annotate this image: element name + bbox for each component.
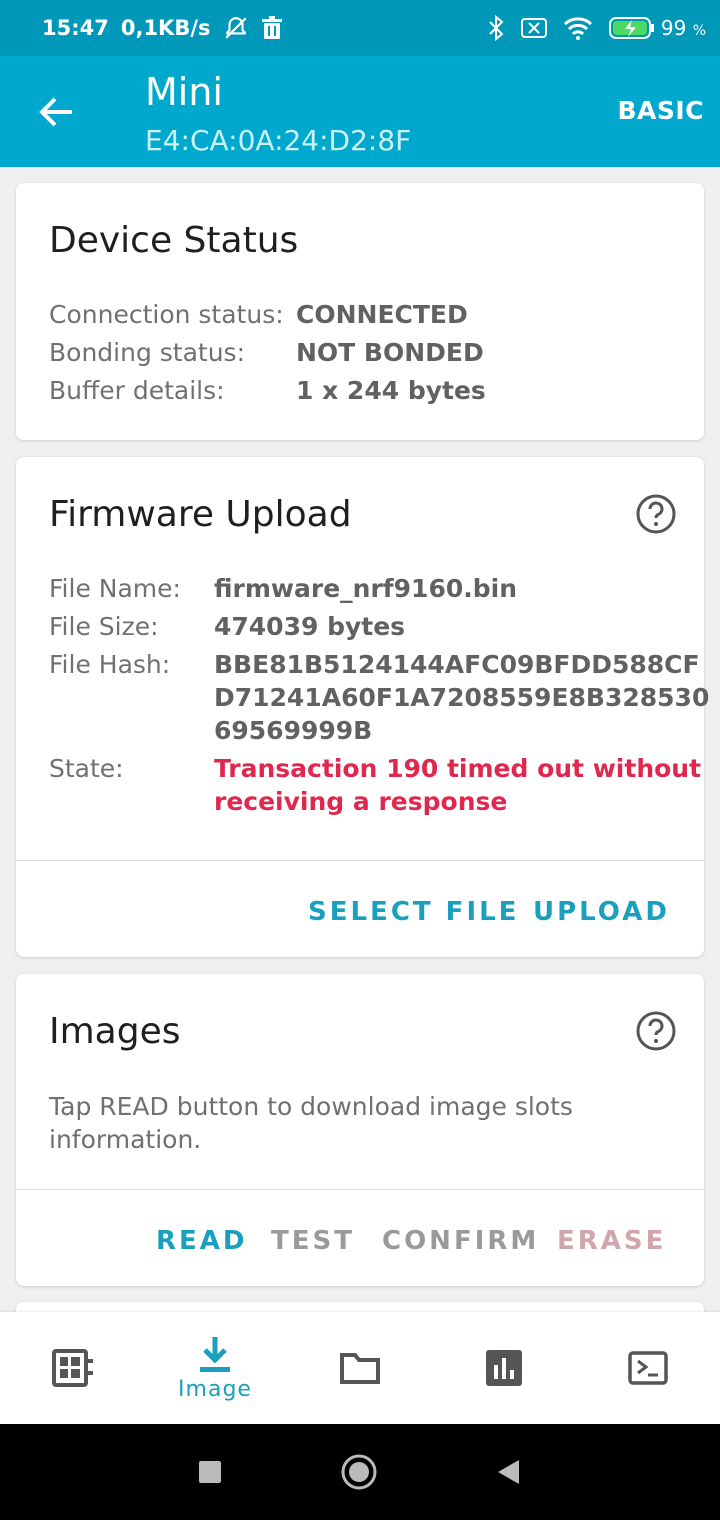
trash-icon: [261, 16, 283, 40]
file-name-value: firmware_nrf9160.bin: [214, 574, 518, 603]
network-speed: 0,1KB/s: [120, 16, 211, 40]
images-title: Images: [49, 1011, 181, 1052]
device-status-title: Device Status: [49, 220, 299, 261]
card-divider: [16, 860, 704, 861]
system-navigation-bar: [0, 1424, 720, 1520]
card-divider: [16, 1189, 704, 1190]
test-button[interactable]: TEST: [271, 1226, 355, 1256]
nav-terminal[interactable]: [598, 1312, 698, 1424]
file-hash-line: 69569999B: [214, 716, 373, 745]
images-card: Images Tap READ button to download image…: [16, 974, 704, 1286]
file-name-label: File Name:: [49, 574, 181, 603]
firmware-help-icon[interactable]: [635, 493, 677, 535]
select-file-button[interactable]: SELECT FILE: [308, 897, 519, 927]
nav-stats[interactable]: [454, 1312, 554, 1424]
square-icon: [199, 1461, 221, 1483]
clock: 15:47: [42, 16, 109, 40]
arrow-back-icon: [39, 97, 72, 127]
device-icon: [52, 1349, 93, 1387]
nav-device[interactable]: [22, 1312, 122, 1424]
image-download-icon: [200, 1336, 230, 1372]
recents-button[interactable]: [190, 1452, 230, 1492]
erase-button[interactable]: ERASE: [557, 1226, 666, 1256]
file-hash-row: File Hash: BBE81B5124144AFC09BFDD588CF D…: [49, 648, 709, 747]
bonding-status-value: NOT BONDED: [296, 338, 484, 367]
firmware-upload-title: Firmware Upload: [49, 494, 352, 535]
buffer-details-label: Buffer details:: [49, 376, 225, 405]
basic-mode-button[interactable]: BASIC: [617, 96, 704, 125]
connection-status-value: CONNECTED: [296, 300, 468, 329]
app-bar: Mini E4:CA:0A:24:D2:8F BASIC: [0, 56, 720, 167]
stats-icon: [486, 1350, 522, 1386]
bonding-status-row: Bonding status: NOT BONDED: [49, 336, 484, 370]
confirm-button[interactable]: CONFIRM: [382, 1226, 539, 1256]
triangle-back-icon: [498, 1460, 519, 1484]
upload-button[interactable]: UPLOAD: [533, 897, 670, 927]
images-description-line: information.: [49, 1125, 202, 1154]
home-button[interactable]: [339, 1452, 379, 1492]
buffer-details-row: Buffer details: 1 x 244 bytes: [49, 374, 486, 408]
file-name-row: File Name: firmware_nrf9160.bin: [49, 572, 517, 606]
device-address: E4:CA:0A:24:D2:8F: [145, 124, 412, 157]
state-error-message: Transaction 190 timed out without receiv…: [214, 752, 701, 818]
nav-image-label: Image: [178, 1376, 252, 1402]
battery-charging-icon: [608, 16, 655, 40]
state-label: State:: [49, 754, 124, 783]
battery-percentage: 99 %: [660, 16, 706, 40]
file-hash-line: D71241A60F1A7208559E8B328530: [214, 683, 710, 712]
file-hash-label: File Hash:: [49, 650, 171, 679]
state-line: receiving a response: [214, 787, 508, 816]
images-description-line: Tap READ button to download image slots: [49, 1092, 573, 1121]
bottom-navigation: Image: [0, 1312, 720, 1424]
file-size-row: File Size: 474039 bytes: [49, 610, 405, 644]
file-hash-line: BBE81B5124144AFC09BFDD588CF: [214, 650, 700, 679]
firmware-upload-card: Firmware Upload File Name: firmware_nrf9…: [16, 457, 709, 957]
back-button[interactable]: [30, 88, 82, 136]
bluetooth-icon: [487, 15, 505, 41]
images-help-icon[interactable]: [635, 1010, 677, 1052]
file-size-value: 474039 bytes: [214, 612, 406, 641]
images-description: Tap READ button to download image slots …: [49, 1090, 573, 1156]
circle-icon: [341, 1454, 377, 1490]
nav-image[interactable]: Image: [165, 1312, 265, 1424]
device-name: Mini: [145, 70, 223, 114]
wifi-icon: [563, 16, 593, 40]
connection-status-row: Connection status: CONNECTED: [49, 298, 468, 332]
folder-icon: [340, 1353, 380, 1384]
file-size-label: File Size:: [49, 612, 159, 641]
terminal-icon: [628, 1351, 668, 1385]
alarm-off-icon: [223, 15, 249, 41]
sim-off-icon: [520, 17, 547, 39]
file-hash-value: BBE81B5124144AFC09BFDD588CF D71241A60F1A…: [214, 648, 709, 747]
state-line: Transaction 190 timed out without: [214, 754, 702, 783]
read-button[interactable]: READ: [156, 1226, 248, 1256]
device-status-card: Device Status Connection status: CONNECT…: [16, 183, 704, 440]
state-row: State: Transaction 190 timed out without…: [49, 752, 701, 818]
connection-status-label: Connection status:: [49, 300, 284, 329]
nav-files[interactable]: [310, 1312, 410, 1424]
buffer-details-value: 1 x 244 bytes: [296, 376, 486, 405]
back-nav-button[interactable]: [488, 1452, 528, 1492]
bonding-status-label: Bonding status:: [49, 338, 246, 367]
status-bar: 15:47 0,1KB/s 99 %: [0, 0, 720, 56]
